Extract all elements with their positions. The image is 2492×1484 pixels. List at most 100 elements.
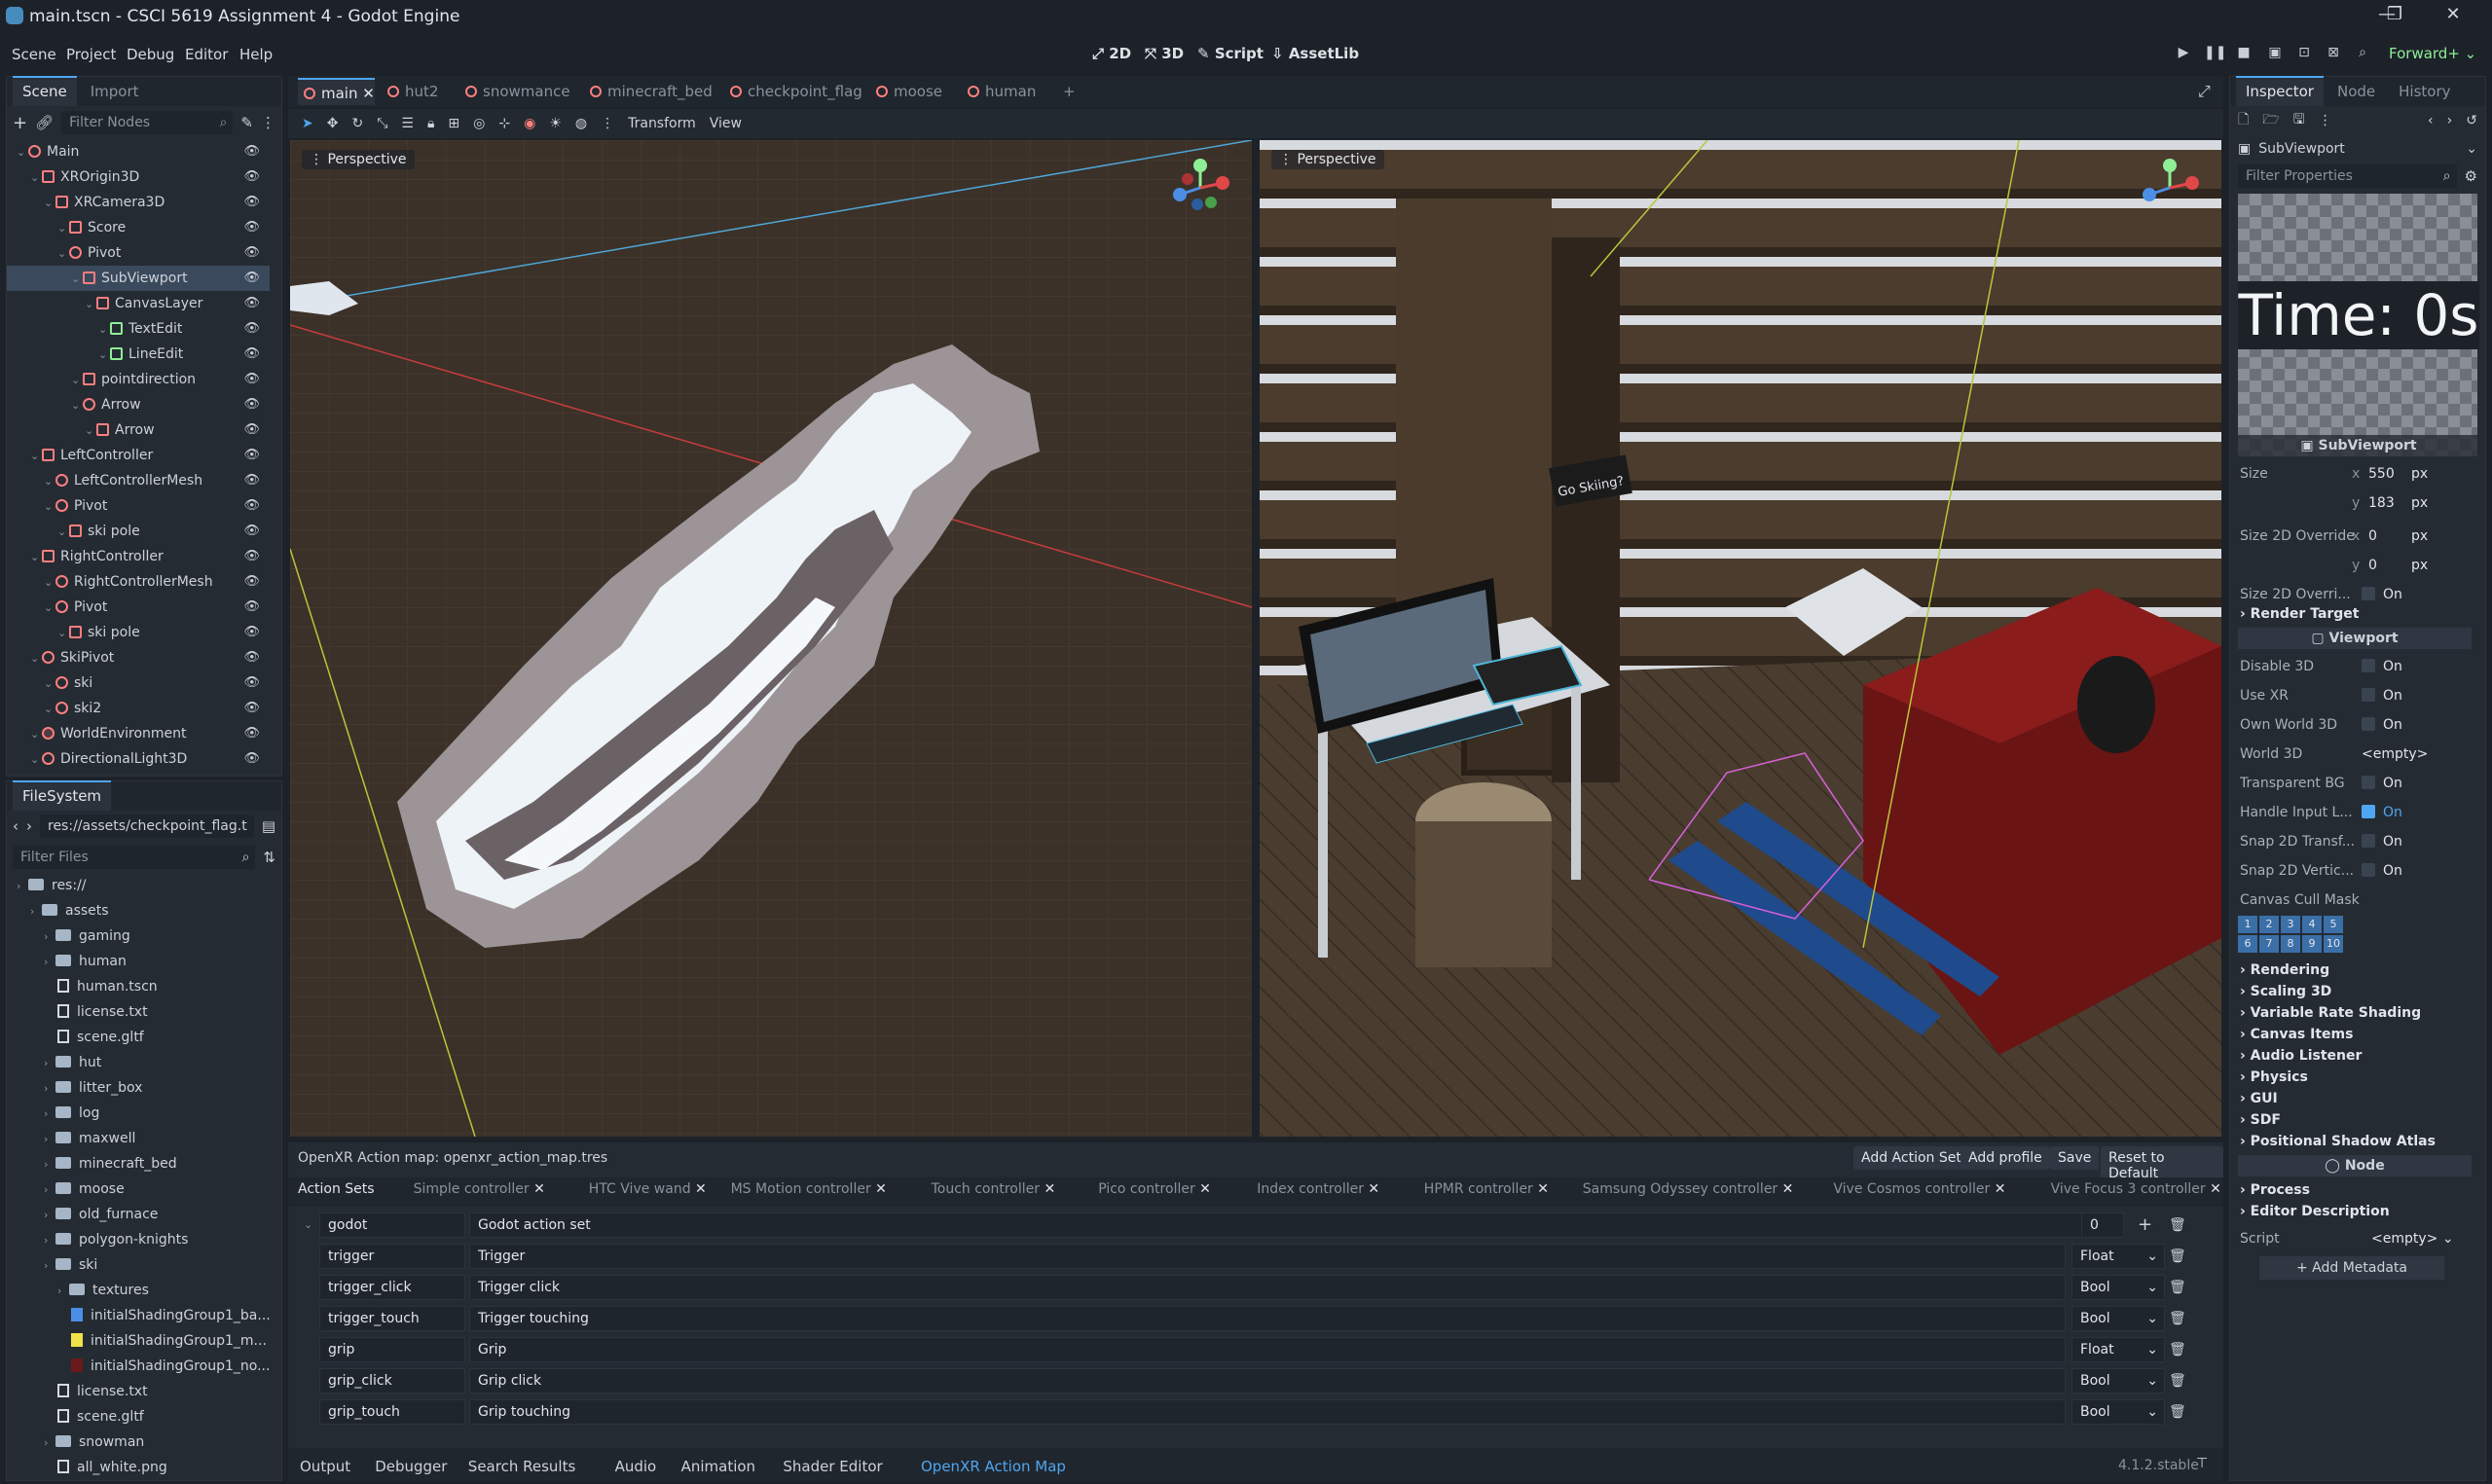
action-name-input[interactable]: grip xyxy=(319,1337,465,1362)
action-map-tab[interactable]: Vive Cosmos controller ✕ xyxy=(1833,1181,2005,1197)
action-map-tab[interactable]: Simple controller ✕ xyxy=(414,1181,545,1197)
expand-arrow-icon[interactable]: › xyxy=(44,1430,55,1456)
filter-nodes-input[interactable]: Filter Nodes ⌕ xyxy=(61,111,234,134)
node-section[interactable]: ◯ Node xyxy=(2238,1155,2472,1176)
workspace-2d[interactable]: ⤢ 2D xyxy=(1092,45,1131,62)
bottom-tab[interactable]: Audio xyxy=(615,1458,657,1475)
stop-icon[interactable]: ■ xyxy=(2233,45,2254,66)
scene-node[interactable]: ⌄ LineEdit 👁︎ xyxy=(7,342,270,367)
editor-tab[interactable]: main ✕ xyxy=(298,78,375,105)
add-node-icon[interactable]: + xyxy=(13,113,27,133)
menu-debug[interactable]: Debug xyxy=(127,46,174,63)
object-selector[interactable]: ▣ SubViewport ⌄ xyxy=(2230,135,2485,163)
close-tab-icon[interactable]: ✕ xyxy=(1537,1181,1549,1197)
scene-node[interactable]: ⌄ WorldEnvironment 👁︎ xyxy=(7,721,270,746)
fs-folder[interactable]: › snowman xyxy=(7,1430,270,1455)
inspector-section[interactable]: › SDF xyxy=(2240,1112,2281,1128)
cull-layer-bit[interactable]: 4 xyxy=(2302,916,2322,933)
expand-arrow-icon[interactable]: ⌄ xyxy=(30,165,42,191)
delete-icon[interactable]: 🗑︎ xyxy=(2169,1397,2186,1427)
action-map-tab[interactable]: Action Sets xyxy=(298,1181,375,1197)
new-resource-icon[interactable]: 🗋︎ xyxy=(2238,109,2249,132)
cull-layer-bit[interactable]: 10 xyxy=(2324,935,2343,953)
close-window-button[interactable]: ✕ xyxy=(2434,4,2473,29)
perspective-label-right[interactable]: ⋮ Perspective xyxy=(1271,150,1384,169)
scene-node[interactable]: ⌄ SkiPivot 👁︎ xyxy=(7,645,270,670)
pause-icon[interactable]: ❚❚ xyxy=(2204,45,2226,66)
delete-icon[interactable]: 🗑︎ xyxy=(2169,1366,2186,1395)
visibility-eye-icon[interactable]: 👁︎ xyxy=(243,215,260,240)
action-type-select[interactable]: Bool ⌄ xyxy=(2071,1368,2165,1394)
expand-arrow-icon[interactable]: › xyxy=(44,1102,55,1127)
select-tool-icon[interactable]: ➤ xyxy=(302,116,313,131)
delete-icon[interactable]: 🗑︎ xyxy=(2169,1273,2186,1302)
visibility-eye-icon[interactable]: 👁︎ xyxy=(243,746,260,772)
expand-arrow-icon[interactable]: ⌄ xyxy=(44,191,55,216)
action-map-tab[interactable]: Index controller ✕ xyxy=(1257,1181,1379,1197)
visibility-eye-icon[interactable]: 👁︎ xyxy=(243,620,260,645)
visibility-eye-icon[interactable]: 👁︎ xyxy=(243,266,260,291)
play-icon[interactable]: ▶ xyxy=(2173,45,2194,66)
action-map-tab[interactable]: Pico controller ✕ xyxy=(1098,1181,1211,1197)
expand-arrow-icon[interactable]: ⌄ xyxy=(44,697,55,722)
visibility-eye-icon[interactable]: 👁︎ xyxy=(243,291,260,316)
fs-file[interactable]: license.txt xyxy=(7,1379,270,1404)
editor-tab[interactable]: checkpoint_flag xyxy=(724,78,862,105)
expand-arrow-icon[interactable]: › xyxy=(44,950,55,975)
action-name-input[interactable]: trigger xyxy=(319,1244,465,1269)
prop-value[interactable]: 550 xyxy=(2368,460,2395,488)
view-menu[interactable]: View xyxy=(710,116,742,131)
editor-tab[interactable]: minecraft_bed xyxy=(584,78,713,105)
bottom-tab[interactable]: Search Results xyxy=(468,1458,575,1475)
editor-tab[interactable]: snowmance xyxy=(459,78,570,105)
scene-node[interactable]: ⌄ TextEdit 👁︎ xyxy=(7,316,270,342)
action-desc-input[interactable]: Trigger touching xyxy=(469,1306,2066,1331)
action-desc-input[interactable]: Trigger click xyxy=(469,1275,2066,1300)
visibility-eye-icon[interactable]: 👁︎ xyxy=(243,342,260,367)
distraction-free-icon[interactable]: ⤢ xyxy=(2198,82,2211,101)
node-subsection[interactable]: › Editor Description xyxy=(2240,1204,2390,1219)
expand-arrow-icon[interactable]: ⌄ xyxy=(30,444,42,469)
filter-files-input[interactable]: Filter Files ⌕ xyxy=(13,846,256,869)
close-tab-icon[interactable]: ✕ xyxy=(1199,1181,1211,1197)
prop-value[interactable]: On xyxy=(2362,682,2402,709)
visibility-eye-icon[interactable]: 👁︎ xyxy=(243,443,260,468)
tab-import[interactable]: Import xyxy=(81,78,149,106)
render-target-section[interactable]: › Render Target xyxy=(2240,606,2360,622)
pin-panel-icon[interactable]: ⊤ xyxy=(2196,1456,2208,1471)
fs-file[interactable]: human.tscn xyxy=(7,974,270,999)
object-history-icon[interactable]: ↺ xyxy=(2466,113,2477,128)
menu-project[interactable]: Project xyxy=(66,46,116,63)
scene-node[interactable]: ⌄ SubViewport 👁︎ xyxy=(7,266,270,291)
delete-icon[interactable]: 🗑︎ xyxy=(2169,1211,2186,1240)
scene-node[interactable]: ⌄ pointdirection 👁︎ xyxy=(7,367,270,392)
close-tab-icon[interactable]: ✕ xyxy=(1368,1181,1379,1197)
fs-folder[interactable]: › human xyxy=(7,949,270,974)
tab-filesystem[interactable]: FileSystem xyxy=(13,780,112,811)
expand-arrow-icon[interactable]: ⌄ xyxy=(57,520,69,545)
fs-folder[interactable]: › res:// xyxy=(7,873,270,898)
expand-arrow-icon[interactable]: ⌄ xyxy=(17,140,28,165)
bottom-tab[interactable]: Animation xyxy=(681,1458,755,1475)
fs-folder[interactable]: › polygon-knights xyxy=(7,1227,270,1252)
prop-value[interactable]: On xyxy=(2362,799,2402,826)
fs-folder[interactable]: › log xyxy=(7,1101,270,1126)
menu-help[interactable]: Help xyxy=(239,46,273,63)
expand-arrow-icon[interactable]: ⌄ xyxy=(30,545,42,570)
action-type-select[interactable]: Float ⌄ xyxy=(2071,1337,2165,1362)
delete-icon[interactable]: 🗑︎ xyxy=(2169,1304,2186,1333)
play-custom-icon[interactable]: ⊠ xyxy=(2323,45,2344,66)
inspector-section[interactable]: › Variable Rate Shading xyxy=(2240,1005,2421,1021)
add-action-set-button[interactable]: Add Action Set xyxy=(1853,1146,1969,1170)
action-map-tab[interactable]: HPMR controller ✕ xyxy=(1424,1181,1549,1197)
action-name-input[interactable]: grip_touch xyxy=(319,1399,465,1425)
action-name-input[interactable]: trigger_touch xyxy=(319,1306,465,1331)
action-map-tab[interactable]: MS Motion controller ✕ xyxy=(731,1181,887,1197)
fs-folder[interactable]: › ski xyxy=(7,1252,270,1278)
expand-arrow-icon[interactable]: › xyxy=(44,1076,55,1102)
more-icon[interactable]: ⋮ xyxy=(261,114,275,131)
group-icon[interactable]: ⊞ xyxy=(448,116,459,131)
inspector-section[interactable]: › Canvas Items xyxy=(2240,1027,2353,1042)
cull-layer-bit[interactable]: 1 xyxy=(2238,916,2257,933)
visibility-eye-icon[interactable]: 👁︎ xyxy=(243,468,260,493)
